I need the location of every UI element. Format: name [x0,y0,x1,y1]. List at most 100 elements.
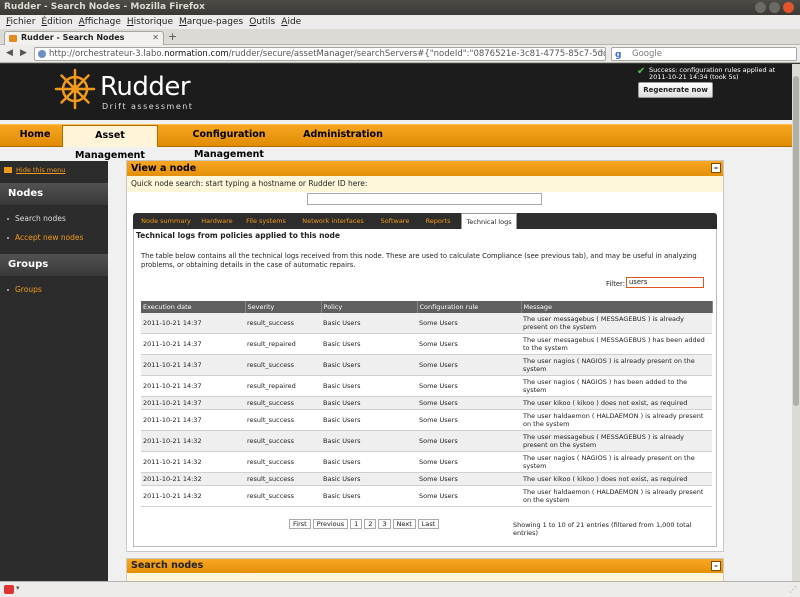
table-row: 2011-10-21 14:32 result_success Basic User… [141,430,712,452]
tab-node-summary[interactable]: Node summary [137,213,195,229]
cell-message: The user messagebus ( MESSAGEBUS ) has b… [521,333,712,355]
cell-message: The user nagios ( NAGIOS ) is already pr… [521,354,712,376]
column-header-message[interactable]: Message [521,301,713,313]
quick-search-label: Quick node search: start typing a hostna… [127,176,723,192]
menu-marque-pages[interactable]: Marque-pages [176,17,246,27]
minimize-icon[interactable] [755,2,766,13]
pager-previous[interactable]: Previous [312,519,349,529]
nav-configuration-management[interactable]: Configuration Management [164,125,294,160]
navigation-toolbar: ◀ ▶ http://orchestrateur-3.labo.normatio… [0,45,800,63]
cell-message: The user kikoo ( kikoo ) does not exist,… [521,396,712,410]
sidebar-item-accept-new-nodes[interactable]: Accept new nodes [0,229,108,247]
browser-tab-strip: Rudder - Search Nodes ✕ + [0,29,800,45]
cell-configuration-rule: Some Users [417,430,521,452]
ship-wheel-logo-icon [54,68,96,110]
pager-first[interactable]: First [289,519,311,529]
left-sidebar: Hide this menu Nodes Search nodes Accept… [0,161,108,581]
node-tabs: Node summary Hardware File systems Netwo… [133,213,717,229]
cell-execution-date: 2011-10-21 14:32 [141,472,245,486]
resize-grip-icon[interactable]: ⋰ [789,585,797,594]
column-header-policy[interactable]: Policy [321,301,418,313]
collapse-icon[interactable]: – [711,163,721,173]
hide-menu-link[interactable]: Hide this menu [0,161,108,179]
bookmark-star-icon[interactable]: ☆ [596,48,604,58]
collapse-icon[interactable]: – [711,561,721,571]
tab-network-interfaces[interactable]: Network interfaces [295,213,371,229]
tab-software[interactable]: Software [375,213,415,229]
cell-configuration-rule: Some Users [417,409,521,431]
url-suffix: /rudder/secure/assetManager/searchServer… [228,49,606,59]
cell-execution-date: 2011-10-21 14:37 [141,313,245,334]
cell-message: The user kikoo ( kikoo ) does not exist,… [521,472,712,486]
nav-home[interactable]: Home [10,125,60,147]
nav-administration[interactable]: Administration [298,125,388,147]
maximize-icon[interactable] [769,2,780,13]
tab-hardware[interactable]: Hardware [197,213,237,229]
dropdown-arrow-icon[interactable]: ▾ [16,584,20,592]
tab-file-systems[interactable]: File systems [241,213,291,229]
check-icon: ✔ [637,66,646,77]
brand-tagline: Drift assessment [102,102,194,111]
cell-execution-date: 2011-10-21 14:37 [141,409,245,431]
page-viewport: Rudder Drift assessment ✔ Success: confi… [0,64,792,581]
cell-severity: result_repaired [245,333,321,355]
cell-execution-date: 2011-10-21 14:32 [141,451,245,473]
menu-affichage[interactable]: Affichage [76,17,124,27]
cell-policy: Basic Users [321,485,417,507]
cell-severity: result_success [245,313,321,334]
regenerate-now-button[interactable]: Regenerate now [638,82,713,98]
menu-edition[interactable]: Édition [38,17,75,27]
menu-aide[interactable]: Aide [278,17,304,27]
technical-logs-body: Technical logs from policies applied to … [133,229,717,547]
search-bar[interactable]: g Google [611,47,797,61]
url-bar[interactable]: http://orchestrateur-3.labo.normation.co… [34,47,606,61]
bullet-icon [7,218,9,220]
window-titlebar: Rudder - Search Nodes - Mozilla Firefox [0,0,800,15]
forward-arrow-icon[interactable]: ▶ [20,48,27,58]
column-header-configuration-rule[interactable]: Configuration rule [417,301,522,313]
table-row: 2011-10-21 14:32 result_success Basic User… [141,485,712,507]
cell-policy: Basic Users [321,472,417,486]
table-header-row: Execution date Severity Policy Configura… [141,301,713,313]
cell-execution-date: 2011-10-21 14:37 [141,354,245,376]
table-row: 2011-10-21 14:37 result_repaired Basic Use… [141,375,712,397]
cell-execution-date: 2011-10-21 14:32 [141,485,245,507]
browser-tab[interactable]: Rudder - Search Nodes ✕ [4,31,164,45]
tab-close-icon[interactable]: ✕ [152,32,159,44]
pager-page-1[interactable]: 1 [350,519,363,529]
menu-outils[interactable]: Outils [246,17,278,27]
scrollbar-thumb[interactable] [793,76,799,406]
cell-severity: result_success [245,430,321,452]
brand-name: Rudder [100,72,191,102]
sidebar-item-groups[interactable]: Groups [0,281,108,299]
site-identity-icon[interactable] [38,50,46,58]
search-nodes-subheader [127,573,723,581]
menu-historique[interactable]: Historique [124,17,176,27]
pager-last[interactable]: Last [417,519,440,529]
pager-page-3[interactable]: 3 [378,519,391,529]
addon-icon[interactable] [4,585,14,594]
cell-severity: result_success [245,396,321,410]
success-line-2: 2011-10-21 14:34 (took 5s) [649,73,739,81]
column-header-severity[interactable]: Severity [245,301,322,313]
cell-configuration-rule: Some Users [417,451,521,473]
sidebar-item-search-nodes[interactable]: Search nodes [0,210,108,228]
cell-message: The user nagios ( NAGIOS ) is already pr… [521,451,712,473]
pager-next[interactable]: Next [392,519,416,529]
browser-status-bar: ▾ ⋰ [0,581,800,597]
tab-reports[interactable]: Reports [419,213,457,229]
cell-policy: Basic Users [321,354,417,376]
menu-fichier[interactable]: Fichier [3,17,38,27]
new-tab-icon[interactable]: + [168,31,177,43]
close-icon[interactable] [783,2,794,13]
nav-asset-management[interactable]: Asset Management [62,125,158,161]
main-navigation: Home Asset Management Configuration Mana… [0,124,792,161]
filter-input[interactable]: users [626,277,704,288]
back-arrow-icon[interactable]: ◀ [6,48,13,58]
quick-search-input[interactable] [307,193,542,205]
page-scrollbar[interactable] [792,64,800,581]
column-header-execution-date[interactable]: Execution date [141,301,246,313]
pager-page-2[interactable]: 2 [364,519,377,529]
table-row: 2011-10-21 14:37 result_success Basic User… [141,409,712,431]
tab-technical-logs[interactable]: Technical logs [461,213,517,229]
